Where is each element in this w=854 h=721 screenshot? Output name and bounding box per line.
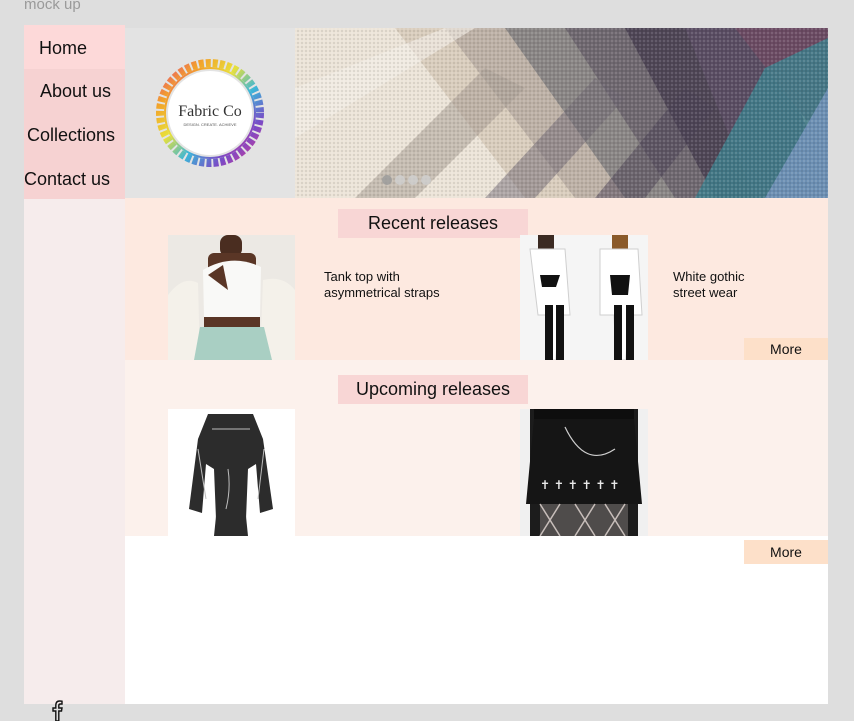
hero-carousel[interactable]	[295, 28, 828, 198]
facebook-icon[interactable]	[47, 698, 67, 721]
product-image-tank-top[interactable]	[168, 235, 295, 360]
carousel-dots	[382, 175, 431, 185]
product-caption-gothic-streetwear-line1: White gothic	[673, 269, 745, 284]
gothic-streetwear-photo	[520, 235, 648, 360]
product-caption-tank-top-line2: asymmetrical straps	[324, 285, 440, 300]
product-caption-tank-top: Tank top with asymmetrical straps	[324, 269, 474, 301]
pleated-skirt-photo: ✝ ✝ ✝ ✝ ✝ ✝	[520, 409, 648, 536]
upcoming-more-button[interactable]: More	[744, 540, 828, 564]
carousel-dot-2[interactable]	[395, 175, 405, 185]
recent-releases-title: Recent releases	[338, 209, 528, 238]
product-caption-gothic-streetwear: White gothic street wear	[673, 269, 823, 301]
product-image-pleated-skirt[interactable]: ✝ ✝ ✝ ✝ ✝ ✝	[520, 409, 648, 536]
nav-item-about-label: About us	[40, 81, 112, 101]
black-jacket-photo	[168, 409, 295, 536]
fabric-swatches-image	[295, 28, 828, 198]
tank-top-photo	[168, 235, 295, 360]
carousel-dot-4[interactable]	[421, 175, 431, 185]
nav-item-home[interactable]: Home	[24, 25, 125, 69]
upcoming-releases-title: Upcoming releases	[338, 375, 528, 404]
product-image-black-jacket[interactable]	[168, 409, 295, 536]
recent-releases-section: Recent releases Tank top with asymmetric…	[125, 198, 828, 360]
logo-panel: Fabric Co DESIGN. CREATE. ACHIEVE	[125, 28, 295, 198]
recent-more-button[interactable]: More	[744, 338, 828, 360]
sidebar: Home About us Collections Contact us	[24, 25, 125, 704]
carousel-dot-1[interactable]	[382, 175, 392, 185]
svg-text:✝ ✝ ✝ ✝ ✝ ✝: ✝ ✝ ✝ ✝ ✝ ✝	[540, 478, 619, 492]
logo-tagline: DESIGN. CREATE. ACHIEVE	[183, 122, 236, 127]
carousel-dot-3[interactable]	[408, 175, 418, 185]
product-caption-gothic-streetwear-line2: street wear	[673, 285, 738, 300]
nav-item-contact-label: Contact us	[24, 169, 111, 189]
main-content: Fabric Co DESIGN. CREATE. ACHIEVE Recent…	[125, 28, 828, 704]
product-caption-tank-top-line1: Tank top with	[324, 269, 400, 284]
product-image-gothic-streetwear[interactable]	[520, 235, 648, 360]
frame-label: mock up	[24, 0, 81, 13]
nav-item-contact[interactable]: Contact us	[24, 157, 125, 199]
logo-name: Fabric Co	[178, 103, 242, 120]
brand-logo[interactable]: Fabric Co DESIGN. CREATE. ACHIEVE	[125, 28, 295, 198]
nav-item-collections[interactable]: Collections	[24, 113, 125, 157]
nav-item-home-label: Home	[39, 38, 88, 58]
nav-item-about[interactable]: About us	[24, 69, 125, 113]
upcoming-releases-section: Upcoming releases ✝ ✝ ✝ ✝ ✝ ✝ More	[125, 360, 828, 564]
nav-item-collections-label: Collections	[27, 125, 116, 145]
